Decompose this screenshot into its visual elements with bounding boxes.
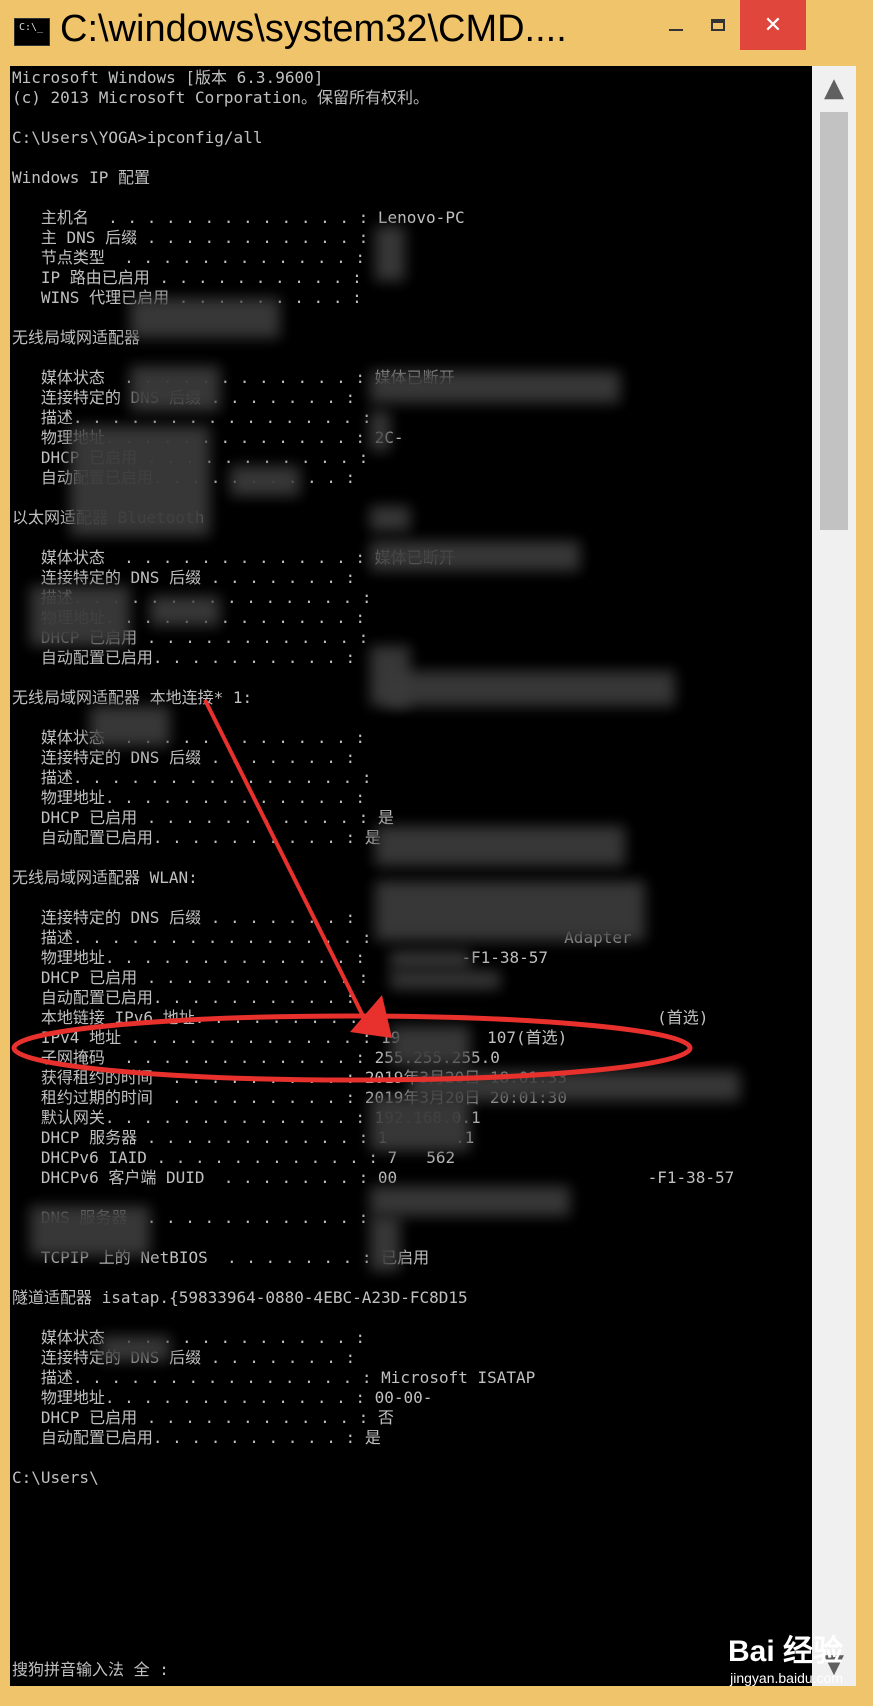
cmd-app-icon[interactable]: C:\_ (14, 18, 50, 46)
baidu-jingyan-watermark: Bai 经验 jingyan.baidu.com (728, 1626, 843, 1686)
privacy-blur (375, 226, 405, 281)
console-line: DHCP 已启用 . . . . . . . . . . . : 否 (12, 1408, 394, 1427)
console-line: C:\Users\YOGA>ipconfig/all (12, 128, 263, 147)
console-line: C:\Users\ (12, 1468, 99, 1487)
console-line: 子网掩码 . . . . . . . . . . . . : 255.255.2… (12, 1048, 500, 1067)
console-line: 本地链接 IPv6 地址. . . . . . . . : (首选) (12, 1008, 709, 1027)
restore-icon (711, 19, 725, 31)
console-line: IPv4 地址 . . . . . . . . . . . . : 19 107… (12, 1028, 568, 1047)
console-line: Microsoft Windows [版本 6.3.9600] (12, 68, 324, 87)
console-line: 主 DNS 后缀 . . . . . . . . . . . : (12, 228, 369, 247)
privacy-blur (150, 596, 220, 626)
console-line: DHCP 已启用 . . . . . . . . . . . : 是 (12, 808, 394, 827)
console-line: 物理地址. . . . . . . . . . . . . : 00-00- (12, 1388, 433, 1407)
console-line: WINS 代理已启用 . . . . . . . . . : (40, 288, 362, 307)
privacy-blur (390, 1026, 470, 1066)
privacy-blur (130, 298, 280, 338)
privacy-blur (390, 971, 500, 989)
console-line: 节点类型 . . . . . . . . . . . . : (12, 248, 365, 267)
privacy-blur (370, 371, 620, 403)
console-line: 自动配置已启用. . . . . . . . . . : 是 (12, 828, 381, 847)
console-line: 描述. . . . . . . . . . . . . . . : (12, 768, 372, 787)
privacy-blur (70, 426, 210, 536)
console-line: DHCP 已启用 . . . . . . . . . . . : (12, 968, 369, 987)
close-icon: ✕ (763, 12, 783, 38)
console-line: 描述. . . . . . . . . . . . . . . : Micros… (12, 1368, 536, 1387)
console-line: Windows IP 配置 (12, 168, 150, 187)
console-line: 连接特定的 DNS 后缀 . . . . . . . : (12, 568, 356, 587)
console-line: 自动配置已启用. . . . . . . . . . : 是 (12, 1428, 381, 1447)
window-frame-right (856, 66, 873, 1706)
ime-status: 搜狗拼音输入法 全 : (12, 1660, 169, 1679)
privacy-blur (90, 706, 170, 746)
window-title: C:\windows\system32\CMD.... (60, 8, 567, 50)
console-line: 连接特定的 DNS 后缀 . . . . . . . : (12, 748, 356, 767)
privacy-blur (370, 506, 410, 531)
console-line: 无线局域网适配器 (12, 328, 141, 347)
scroll-up-arrow-icon[interactable]: ▲ (812, 66, 856, 110)
privacy-blur (370, 1096, 470, 1151)
privacy-blur (390, 951, 470, 969)
console-line: 物理地址. . . . . . . . . . . . . : (12, 788, 365, 807)
privacy-blur (100, 1336, 170, 1361)
cmd-window: C:\_ C:\windows\system32\CMD.... ✕ Micro… (0, 0, 873, 1706)
title-bar[interactable]: C:\_ C:\windows\system32\CMD.... ✕ (0, 0, 873, 66)
privacy-blur (370, 1186, 570, 1216)
privacy-blur (30, 1206, 150, 1256)
console-line: IP 路由已启用 . . . . . . . . . . : (12, 268, 362, 287)
privacy-blur (370, 411, 390, 451)
watermark-site: jingyan.baidu.com (730, 1670, 843, 1686)
console-line: (c) 2013 Microsoft Corporation。保留所有权利。 (12, 88, 429, 107)
maximize-button[interactable] (696, 0, 740, 50)
console-lines: Microsoft Windows [版本 6.3.9600] (c) 2013 … (12, 68, 734, 1488)
privacy-blur (375, 826, 625, 866)
privacy-blur (375, 881, 645, 941)
privacy-blur (30, 586, 130, 646)
privacy-blur (370, 1216, 400, 1271)
minimize-icon (669, 29, 683, 31)
privacy-blur (370, 541, 580, 571)
minimize-button[interactable] (654, 0, 698, 50)
console-line: DHCPv6 客户端 DUID . . . . . . . : 00 -F1-3… (12, 1168, 735, 1187)
privacy-blur (130, 366, 220, 411)
console-line: 自动配置已启用. . . . . . . . . . : (12, 988, 356, 1007)
vertical-scrollbar[interactable]: ▲ ▼ (812, 66, 856, 1686)
console-line: 物理地址. . . . . . . . . . . . . : -F1-38-5… (12, 948, 549, 967)
scroll-thumb[interactable] (820, 112, 848, 530)
privacy-blur (385, 671, 675, 706)
watermark-logo: Bai 经验 (727, 1635, 843, 1668)
window-frame-bottom (0, 1686, 873, 1706)
privacy-blur (230, 466, 300, 496)
console-line: DHCPv6 IAID . . . . . . . . . . . : 7 56… (12, 1148, 456, 1167)
close-button[interactable]: ✕ (740, 0, 806, 50)
console-output[interactable]: Microsoft Windows [版本 6.3.9600] (c) 2013 … (10, 66, 812, 1686)
console-line: 隧道适配器 isatap.{59833964-0880-4EBC-A23D-FC… (12, 1288, 468, 1307)
console-line: 主机名 . . . . . . . . . . . . . : Lenovo-P… (12, 208, 465, 227)
